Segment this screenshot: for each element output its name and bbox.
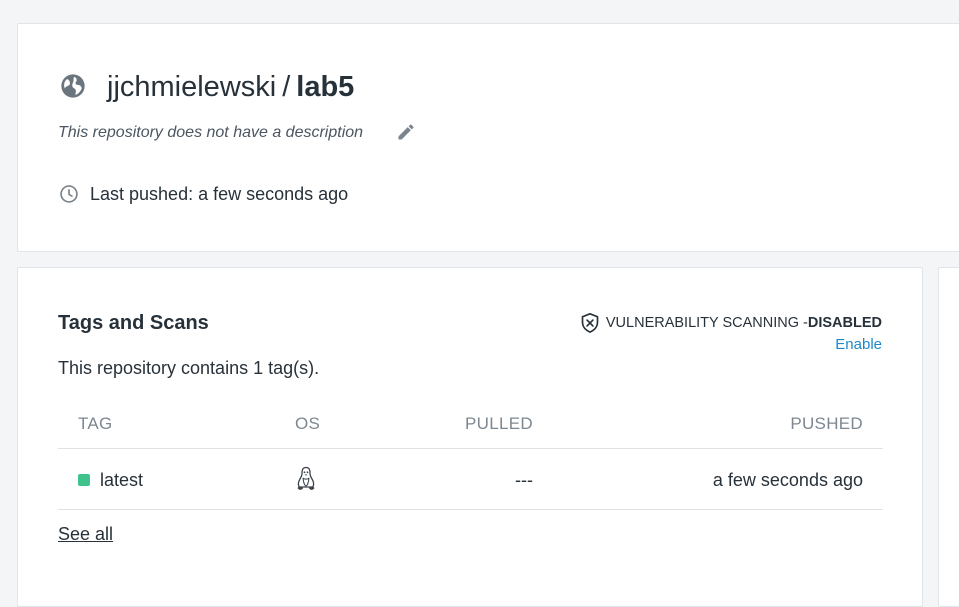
repo-namespace[interactable]: jjchmielewski (107, 71, 276, 103)
page-title: jjchmielewski / lab5 (107, 70, 354, 104)
last-pushed-text: Last pushed: a few seconds ago (90, 184, 349, 204)
repository-header-card: jjchmielewski / lab5 This repository does … (17, 23, 959, 252)
linux-icon (297, 466, 315, 490)
pushed-value: a few seconds ago (712, 470, 863, 490)
table-header: TAG OS PULLED PUSHED (58, 396, 883, 449)
tags-and-scans-card: Tags and Scans VULNERABILITY SCANNING - … (17, 267, 923, 607)
pencil-icon[interactable] (396, 122, 416, 142)
side-panel-card (938, 267, 959, 607)
column-header-os: OS (295, 414, 321, 433)
scan-state: DISABLED (807, 315, 882, 331)
title-separator: / (282, 71, 291, 103)
table-row: latest --- a few seconds ago (58, 449, 883, 510)
section-title: Tags and Scans (58, 312, 209, 334)
clock-icon (60, 185, 78, 203)
scan-label: VULNERABILITY SCANNING - (605, 315, 808, 331)
shield-x-icon (581, 313, 599, 333)
tag-status-dot (78, 474, 90, 486)
tag-count-text: This repository contains 1 tag(s). (58, 358, 320, 378)
column-header-tag: TAG (78, 414, 113, 433)
see-all-link[interactable]: See all (58, 524, 113, 545)
pulled-value: --- (515, 470, 533, 490)
column-header-pushed: PUSHED (790, 414, 863, 433)
tags-table: TAG OS PULLED PUSHED latest --- a few se… (58, 396, 883, 510)
globe-icon (61, 74, 85, 98)
tag-name-link[interactable]: latest (100, 470, 143, 491)
enable-scanning-link[interactable]: Enable (835, 336, 882, 353)
repo-name: lab5 (296, 71, 355, 103)
repo-description: This repository does not have a descript… (58, 124, 364, 141)
column-header-pulled: PULLED (465, 414, 533, 433)
vulnerability-scanning-status: VULNERABILITY SCANNING - DISABLED (580, 312, 882, 334)
